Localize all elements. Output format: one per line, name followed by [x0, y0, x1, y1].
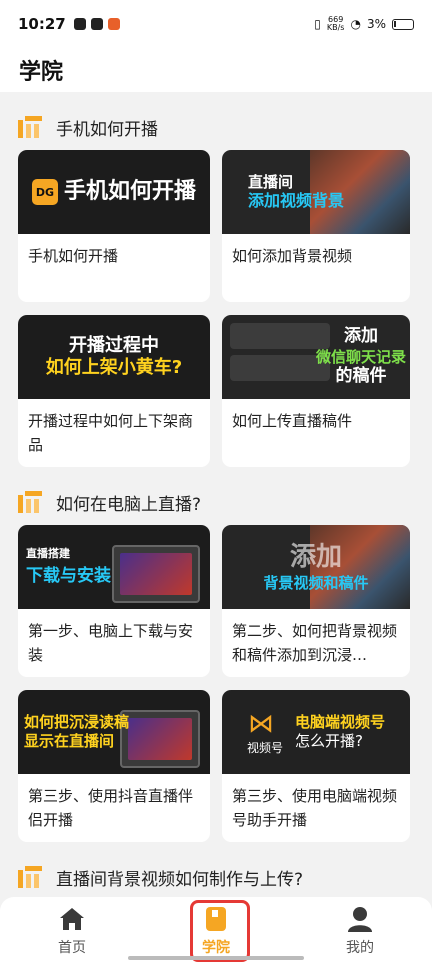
selection-highlight [190, 900, 250, 962]
section-header: 如何在电脑上直播? [18, 487, 414, 517]
tiktok-icon [90, 18, 103, 30]
course-caption: 第一步、电脑上下载与安装 [28, 622, 194, 664]
profile-icon [346, 905, 374, 933]
status-bar: 10:27 ▯ 669 KB/s ◔ 3% [0, 0, 432, 48]
course-caption: 第二步、如何把背景视频和稿件添加到沉浸… [232, 622, 398, 664]
course-card[interactable]: 如何把沉浸读稿 显示在直播间 第三步、使用抖音直播伴侣开播 [18, 690, 210, 842]
nav-profile[interactable]: 我的 [310, 905, 410, 964]
section-icon [18, 491, 42, 513]
course-thumbnail: 添加 微信聊天记录 的稿件 [222, 315, 410, 399]
nav-label: 首页 [58, 940, 86, 956]
course-caption: 如何添加背景视频 [232, 247, 353, 265]
content-scroll[interactable]: 手机如何开播 DG 手机如何开播 手机如何开播 直播间 添加视频背景 如何添加背… [0, 92, 432, 897]
network-speed: 669 KB/s [326, 15, 345, 32]
course-caption: 手机如何开播 [28, 247, 119, 265]
course-thumbnail: 如何把沉浸读稿 显示在直播间 [18, 690, 210, 774]
course-thumbnail: 直播间 添加视频背景 [222, 150, 410, 234]
course-thumbnail: ⋈ 视频号 电脑端视频号 怎么开播? [222, 690, 410, 774]
course-card[interactable]: 直播间 添加视频背景 如何添加背景视频 [222, 150, 410, 302]
nav-home[interactable]: 首页 [22, 905, 122, 964]
course-grid: DG 手机如何开播 手机如何开播 直播间 添加视频背景 如何添加背景视频 开播过… [18, 150, 414, 467]
home-icon [58, 905, 86, 933]
mail-icon [73, 18, 86, 30]
course-thumbnail: 直播搭建 下载与安装 [18, 525, 210, 609]
course-card[interactable]: DG 手机如何开播 手机如何开播 [18, 150, 210, 302]
section-header: 直播间背景视频如何制作与上传? [18, 862, 414, 892]
section-title: 手机如何开播 [56, 119, 158, 140]
app-logo-icon: DG [31, 179, 58, 205]
battery-percent: 3% [366, 17, 386, 31]
vibrate-icon: ▯ [314, 17, 321, 31]
title-bar: 学院 [0, 48, 432, 92]
course-card[interactable]: 直播搭建 下载与安装 第一步、电脑上下载与安装 [18, 525, 210, 677]
course-caption: 开播过程中如何上下架商品 [28, 412, 194, 454]
nav-label: 我的 [346, 940, 374, 956]
course-caption: 如何上传直播稿件 [232, 412, 353, 430]
wifi-icon: ◔ [350, 17, 361, 31]
app-notification-icon [107, 18, 120, 30]
course-card[interactable]: 添加 微信聊天记录 的稿件 如何上传直播稿件 [222, 315, 410, 467]
section-title: 如何在电脑上直播? [56, 494, 202, 515]
status-time: 10:27 [18, 15, 66, 33]
course-card[interactable]: 添加 背景视频和稿件 第二步、如何把背景视频和稿件添加到沉浸… [222, 525, 410, 677]
course-thumbnail: DG 手机如何开播 [18, 150, 210, 234]
course-grid: 直播搭建 下载与安装 第一步、电脑上下载与安装 添加 背景视频和稿件 第二步、如… [18, 525, 414, 842]
course-thumbnail: 添加 背景视频和稿件 [222, 525, 410, 609]
section-title: 直播间背景视频如何制作与上传? [56, 869, 304, 890]
course-card[interactable]: 开播过程中 如何上架小黄车? 开播过程中如何上下架商品 [18, 315, 210, 467]
course-card[interactable]: ⋈ 视频号 电脑端视频号 怎么开播? 第三步、使用电脑端视频号助手开播 [222, 690, 410, 842]
course-caption: 第三步、使用电脑端视频号助手开播 [232, 787, 398, 829]
home-indicator[interactable] [128, 956, 304, 960]
channels-logo-icon: ⋈ [247, 708, 274, 739]
section-header: 手机如何开播 [18, 112, 414, 142]
course-thumbnail: 开播过程中 如何上架小黄车? [18, 315, 210, 399]
page-title: 学院 [19, 60, 64, 85]
section-icon [18, 116, 42, 138]
course-caption: 第三步、使用抖音直播伴侣开播 [28, 787, 194, 829]
battery-icon [392, 18, 414, 30]
section-icon [18, 866, 42, 888]
